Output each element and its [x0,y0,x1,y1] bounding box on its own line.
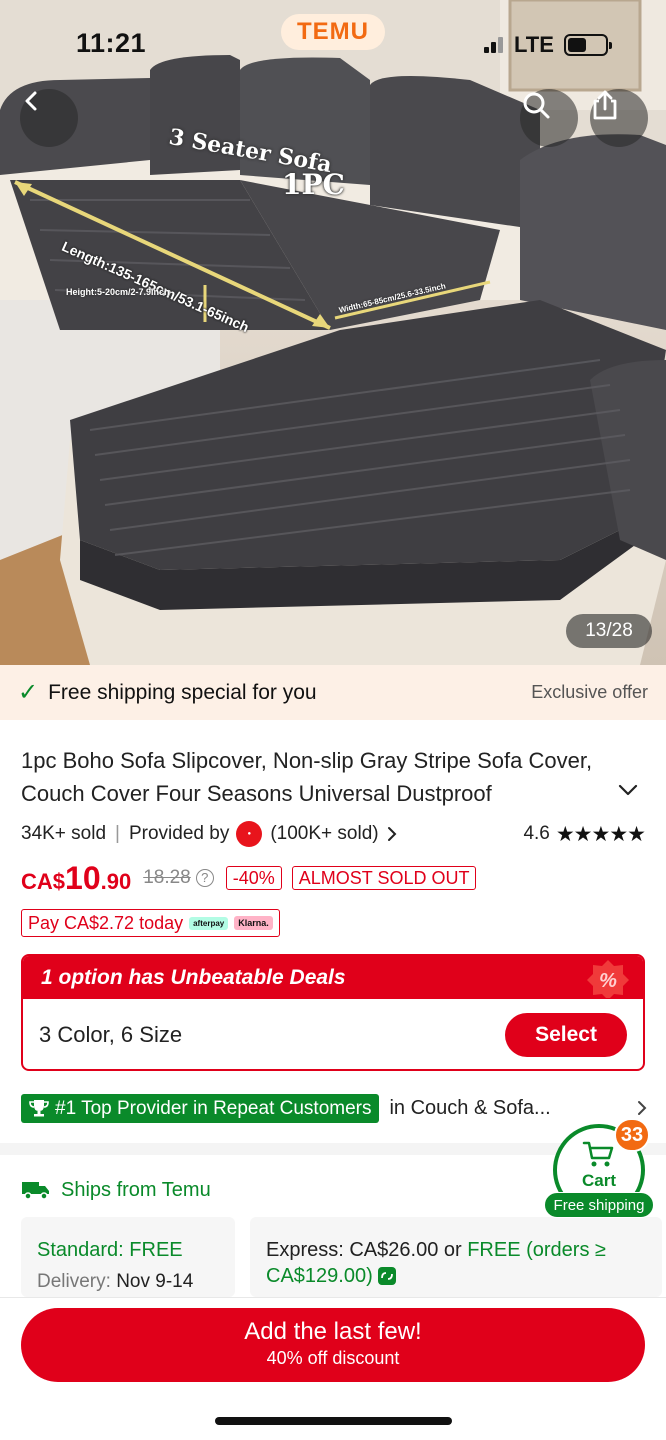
overlay-height: Height:5-20cm/2-7.9inch [66,287,170,297]
deal-header-text: 1 option has Unbeatable Deals [41,966,346,989]
star-rating-icon: ★★★★★ [555,822,646,846]
search-button[interactable] [520,89,578,147]
price-row: CA$10.90 18.28 ? -40% ALMOST SOLD OUT [21,858,486,898]
pay-today-text: Pay CA$2.72 today [28,912,184,933]
sold-count: 34K+ sold [21,823,107,844]
chevron-down-icon[interactable] [616,778,640,802]
top-provider-row[interactable]: #1 Top Provider in Repeat Customers in C… [21,1093,651,1123]
product-image[interactable]: 3 Seater Sofa 1PC Length:135-165cm/53.1-… [0,0,666,665]
share-icon [593,90,617,120]
rating[interactable]: 4.6 ★★★★★ [523,822,646,847]
provider-category: in Couch & Sofa... [389,1096,551,1119]
express-shipping-card[interactable]: Express: CA$26.00 or FREE (orders ≥ CA$1… [250,1217,662,1297]
select-button[interactable]: Select [505,1013,627,1057]
ships-from-text: Ships from Temu [61,1178,211,1201]
discount-badge: -40% [225,866,282,890]
overlay-subheading: 1PC [282,168,345,201]
separator: | [115,823,120,844]
unbeatable-deals-box[interactable]: 1 option has Unbeatable Deals % 3 Color,… [21,954,645,1071]
deal-header: 1 option has Unbeatable Deals % [23,956,643,999]
almost-sold-out-badge: ALMOST SOLD OUT [291,866,477,890]
exclusive-offer-label: Exclusive offer [531,682,648,702]
option-summary: 3 Color, 6 Size [39,1022,183,1047]
status-time: 11:21 [76,28,147,58]
add-to-cart-button[interactable]: Add the last few! 40% off discount [21,1308,645,1382]
cart-free-shipping-badge: Free shipping [544,1192,654,1218]
current-price: CA$10.90 [21,859,132,896]
sales-row: 34K+ sold | Provided by ● (100K+ sold) 4… [21,820,646,848]
pay-later-badge[interactable]: Pay CA$2.72 today afterpay Klarna. [21,909,280,937]
truck-icon [22,1182,49,1200]
cta-primary-text: Add the last few! [244,1318,422,1345]
percent-badge-icon: % [587,960,629,998]
question-icon[interactable]: ? [195,869,214,887]
cta-secondary-text: 40% off discount [266,1348,400,1368]
cart-label: Cart [581,1171,616,1190]
home-indicator[interactable] [215,1417,452,1425]
afterpay-logo: afterpay [189,916,229,930]
delivery-window: Delivery: Nov 9-14 [37,1271,194,1292]
title-fade [560,777,600,810]
express-shipping-text: Express: CA$26.00 or FREE (orders ≥ [266,1239,606,1261]
search-icon [523,92,550,119]
free-shipping-message: Free shipping special for you [48,680,317,704]
back-button[interactable] [20,89,78,147]
temu-logo: TEMU [281,14,385,50]
rating-value: 4.6 [523,823,550,844]
store-sold-count[interactable]: (100K+ sold) [270,823,378,845]
free-shipping-banner[interactable]: ✓ Free shipping special for you Exclusiv… [0,665,666,720]
product-title: 1pc Boho Sofa Slipcover, Non-slip Gray S… [21,748,593,806]
chevron-right-icon[interactable] [383,825,401,843]
image-counter: 13/28 [566,614,652,648]
standard-shipping-card[interactable]: Standard: FREE Delivery: Nov 9-14 [21,1217,235,1297]
free-shipping-icon [377,1267,396,1285]
original-price: 18.28 [143,867,191,888]
top-provider-text: #1 Top Provider in Repeat Customers [55,1097,372,1119]
signal-icon [484,37,504,53]
status-indicators: LTE [484,32,612,58]
store-logo-icon[interactable]: ● [236,821,263,847]
standard-shipping-label: Standard: FREE [37,1239,183,1261]
cart-icon [582,1141,614,1167]
ships-from-row: Ships from Temu [21,1176,211,1204]
chevron-left-icon [25,91,37,111]
battery-icon [563,34,612,56]
cart-count-badge: 33 [614,1118,650,1152]
trophy-icon [29,1100,49,1117]
express-minimum: CA$129.00) [266,1263,646,1289]
deal-body: 3 Color, 6 Size Select [23,999,643,1069]
top-provider-badge: #1 Top Provider in Repeat Customers [21,1093,380,1123]
klarna-logo: Klarna. [234,916,273,930]
svg-text:%: % [599,970,617,992]
share-button[interactable] [590,89,648,147]
provided-by-label: Provided by [128,823,230,844]
chevron-right-icon[interactable] [633,1099,651,1117]
network-label: LTE [514,32,554,57]
checkmark-icon: ✓ [18,679,39,706]
